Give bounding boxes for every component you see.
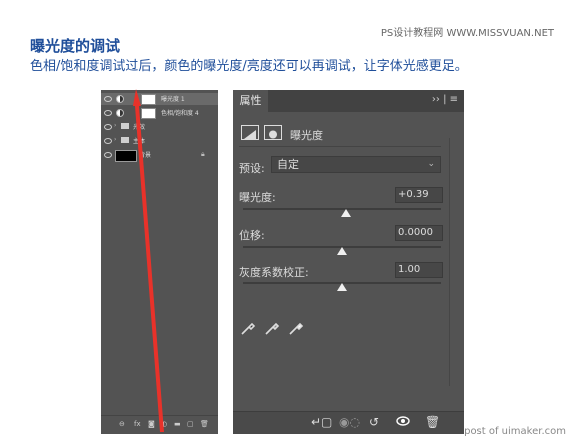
red-arrow-annotation [133, 89, 164, 432]
bottom-watermark: post of uimaker.com [464, 426, 566, 437]
